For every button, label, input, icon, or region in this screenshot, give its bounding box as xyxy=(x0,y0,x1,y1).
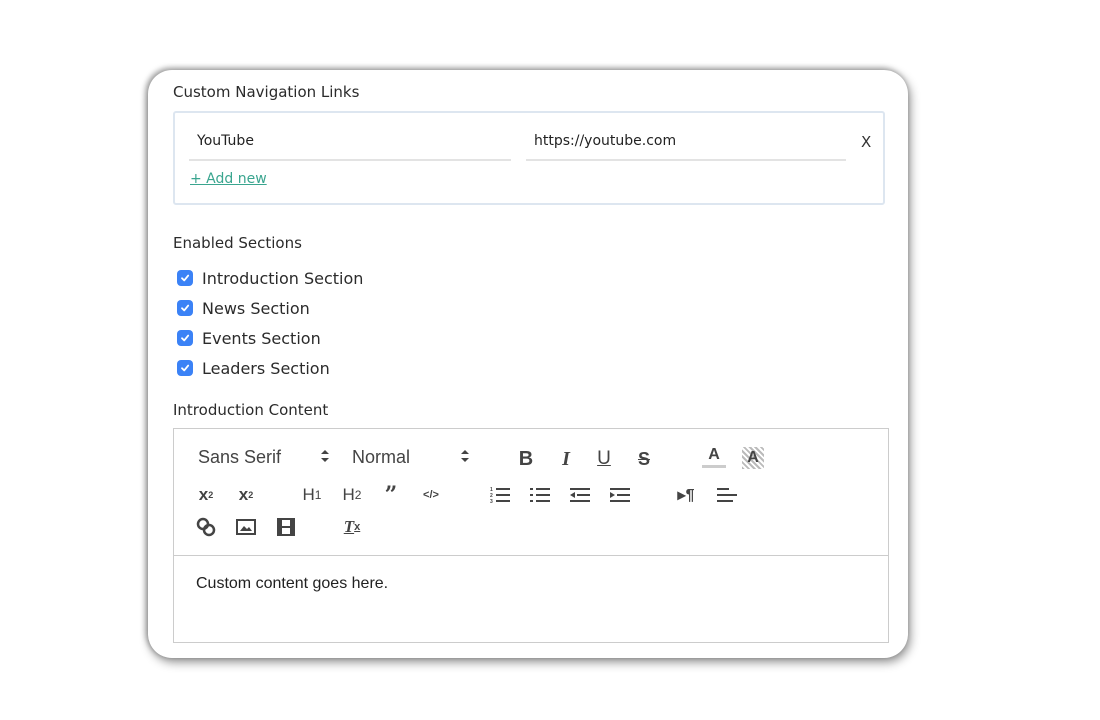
add-new-link[interactable]: + Add new xyxy=(190,171,267,187)
section-checkbox-events[interactable]: Events Section xyxy=(177,323,363,353)
superscript-icon[interactable]: x2 xyxy=(234,483,258,507)
nav-links-box: YouTube https://youtube.com X + Add new xyxy=(173,111,885,205)
nav-links-label: Custom Navigation Links xyxy=(173,83,360,101)
link-url-input[interactable]: https://youtube.com xyxy=(526,125,846,161)
section-checkbox-news[interactable]: News Section xyxy=(177,293,363,323)
link-icon[interactable] xyxy=(194,515,218,539)
check-label: Introduction Section xyxy=(202,268,364,288)
intro-content-label: Introduction Content xyxy=(173,401,329,419)
image-icon[interactable] xyxy=(234,515,258,539)
link-name-input[interactable]: YouTube xyxy=(189,125,511,161)
underline-icon[interactable]: U xyxy=(592,447,616,471)
font-family-select[interactable]: Sans Serif xyxy=(198,447,338,468)
font-family-value: Sans Serif xyxy=(198,447,282,467)
select-arrows-icon xyxy=(460,449,470,466)
check-label: Leaders Section xyxy=(202,358,330,378)
indent-icon[interactable] xyxy=(609,483,631,507)
section-checkbox-introduction[interactable]: Introduction Section xyxy=(177,263,363,293)
svg-text:3: 3 xyxy=(490,499,493,504)
ordered-list-icon[interactable]: 123 xyxy=(489,483,511,507)
rtl-icon[interactable]: ▸¶ xyxy=(674,483,698,507)
text-color-icon[interactable]: A xyxy=(702,445,726,468)
remove-link-button[interactable]: X xyxy=(861,133,871,151)
subscript-icon[interactable]: x2 xyxy=(194,483,218,507)
editor-content[interactable]: Custom content goes here. xyxy=(196,575,388,593)
enabled-sections-label: Enabled Sections xyxy=(173,234,302,252)
select-arrows-icon xyxy=(320,449,330,466)
check-label: Events Section xyxy=(202,328,321,348)
header-1-icon[interactable]: H1 xyxy=(299,483,325,507)
bullet-list-icon[interactable] xyxy=(529,483,551,507)
font-size-select[interactable]: Normal xyxy=(352,447,477,468)
background-color-icon[interactable]: A xyxy=(742,447,764,469)
link-name-value: YouTube xyxy=(197,133,254,149)
blockquote-icon[interactable]: ” xyxy=(380,482,402,508)
check-label: News Section xyxy=(202,298,310,318)
checkbox-checked-icon[interactable] xyxy=(177,330,193,346)
settings-card: Custom Navigation Links YouTube https://… xyxy=(148,70,908,658)
sections-checklist: Introduction Section News Section Events… xyxy=(177,263,363,383)
checkbox-checked-icon[interactable] xyxy=(177,270,193,286)
header-2-icon[interactable]: H2 xyxy=(339,483,365,507)
strike-icon[interactable]: S xyxy=(632,447,656,471)
checkbox-checked-icon[interactable] xyxy=(177,360,193,376)
align-icon[interactable] xyxy=(716,483,738,507)
code-block-icon[interactable]: </> xyxy=(420,483,442,507)
bold-icon[interactable]: B xyxy=(514,447,538,471)
section-checkbox-leaders[interactable]: Leaders Section xyxy=(177,353,363,383)
rich-text-editor: Sans Serif Normal B I U S A A x2 x2 H1 H… xyxy=(173,428,889,643)
italic-icon[interactable]: I xyxy=(554,447,578,471)
video-icon[interactable] xyxy=(274,515,298,539)
link-url-value: https://youtube.com xyxy=(534,133,677,149)
outdent-icon[interactable] xyxy=(569,483,591,507)
checkbox-checked-icon[interactable] xyxy=(177,300,193,316)
font-size-value: Normal xyxy=(352,447,411,467)
clear-format-icon[interactable]: Tx xyxy=(340,515,364,539)
editor-toolbar: Sans Serif Normal B I U S A A x2 x2 H1 H… xyxy=(174,429,888,556)
